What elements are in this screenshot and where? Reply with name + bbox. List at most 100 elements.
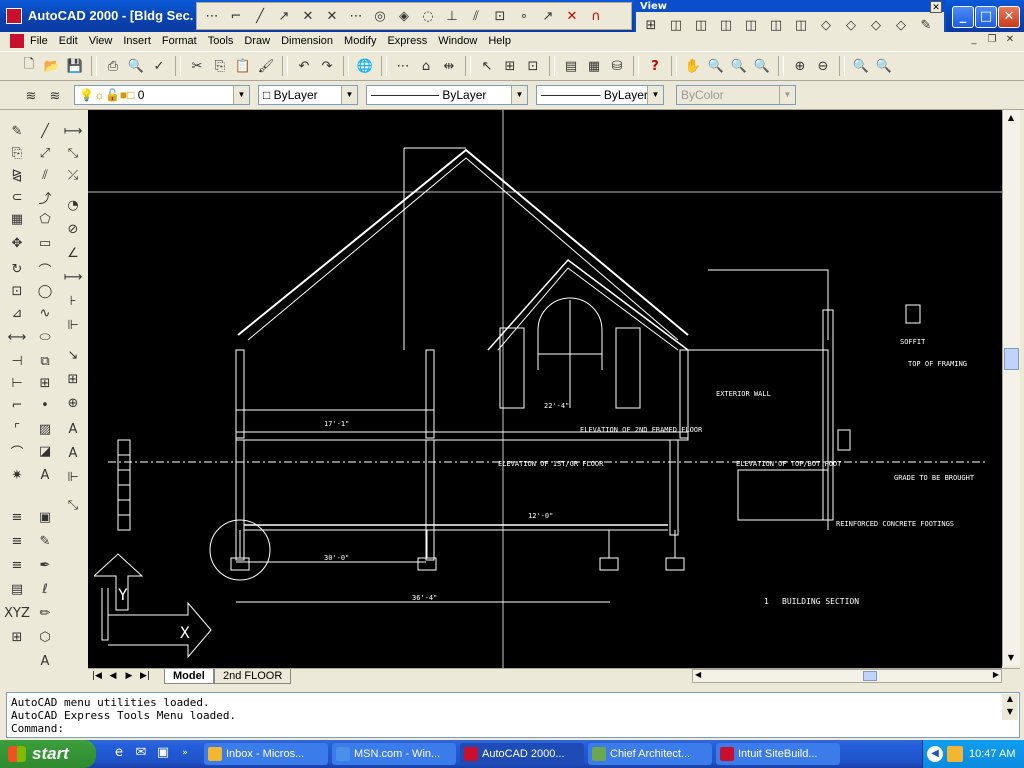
doc-minimize-icon[interactable]: _ xyxy=(966,34,982,48)
baseline-dimension-icon[interactable]: ⊦ xyxy=(62,290,84,312)
apparent-intersection-icon[interactable]: ✕ xyxy=(321,5,343,27)
dimension-edit-icon[interactable]: A xyxy=(62,418,84,440)
block-express-icon[interactable]: ⊞ xyxy=(6,626,28,648)
horizontal-scroll-thumb[interactable] xyxy=(863,671,877,681)
polyline-icon[interactable]: ⤴ xyxy=(34,186,56,208)
insert-block-icon[interactable]: ⧉ xyxy=(34,350,56,372)
task-chief-architect[interactable]: Chief Architect... xyxy=(588,743,712,765)
layers-icon[interactable]: ≋ xyxy=(20,85,42,107)
web-browser-icon[interactable]: 🌐 xyxy=(354,55,376,77)
stretch-icon[interactable]: ⊿ xyxy=(6,302,28,324)
region-icon[interactable]: ◪ xyxy=(34,440,56,462)
chamfer-icon[interactable]: ⌜ xyxy=(6,418,28,440)
layer-previous-icon[interactable]: ≡ xyxy=(6,530,28,552)
menu-draw[interactable]: Draw xyxy=(240,35,277,47)
copy-object-icon[interactable]: ⎘ xyxy=(6,142,28,164)
point-icon[interactable]: • xyxy=(34,394,56,416)
pick-icon[interactable]: ↖ xyxy=(476,55,498,77)
pencil-icon[interactable]: ✏ xyxy=(34,602,56,624)
shape-icon[interactable]: ⬡ xyxy=(34,626,56,648)
tolerance-icon[interactable]: ⊞ xyxy=(62,368,84,390)
paste-icon[interactable]: 📋 xyxy=(232,55,254,77)
last-tab-icon[interactable]: ▶| xyxy=(138,670,152,683)
doc-restore-icon[interactable]: ❐ xyxy=(984,34,1000,48)
layer-match-icon[interactable]: ≡ xyxy=(6,554,28,576)
close-button[interactable]: ✕ xyxy=(998,6,1020,28)
properties-icon[interactable]: ▤ xyxy=(560,55,582,77)
make-current-icon[interactable]: ≋ xyxy=(44,85,66,107)
menu-insert[interactable]: Insert xyxy=(119,35,158,47)
menu-file[interactable]: File xyxy=(26,35,55,47)
rectangle-corner-icon[interactable]: ⌐ xyxy=(225,5,247,27)
scroll-left-icon[interactable]: ◀ xyxy=(695,670,701,679)
new-file-icon[interactable]: 🗋 xyxy=(18,55,40,77)
intersection-snap-icon[interactable]: ✕ xyxy=(297,5,319,27)
polyline-icon[interactable]: ⋯ xyxy=(201,5,223,27)
multiline-icon[interactable]: ⫽ xyxy=(34,164,56,186)
extend-icon[interactable]: ⊢ xyxy=(6,372,28,394)
zoom-previous-icon[interactable]: 🔍 xyxy=(751,55,773,77)
tray-expand-icon[interactable]: ◀ xyxy=(927,746,943,762)
open-file-icon[interactable]: 📂 xyxy=(41,55,63,77)
menu-window[interactable]: Window xyxy=(434,35,484,47)
start-button[interactable]: start xyxy=(0,740,96,768)
lineweight-dropdown[interactable]: ─────── ByLayer ▼ xyxy=(536,85,664,105)
dimension-style-icon[interactable]: ⤡ xyxy=(62,494,84,516)
explode-icon[interactable]: ✷ xyxy=(6,464,28,486)
horizontal-scrollbar[interactable]: ◀ ▶ xyxy=(692,669,1002,683)
maximize-button[interactable]: □ xyxy=(975,6,997,28)
continue-dimension-icon[interactable]: ⊩ xyxy=(62,314,84,336)
erase-icon[interactable]: ✎ xyxy=(6,120,28,142)
zoom-extents-icon[interactable]: 🔍 xyxy=(873,55,895,77)
help-icon[interactable]: ? xyxy=(644,55,666,77)
ucs-icon[interactable]: ⌂ xyxy=(415,55,437,77)
database-icon[interactable]: ⛁ xyxy=(606,55,628,77)
text-express-icon[interactable]: ▤ xyxy=(6,578,28,600)
copy-icon[interactable]: ⎘ xyxy=(209,55,231,77)
zoom-realtime-icon[interactable]: 🔍 xyxy=(705,55,727,77)
extension-snap-icon[interactable]: ⋯ xyxy=(345,5,367,27)
command-scrollbar[interactable]: ▲ ▼ xyxy=(1002,694,1018,720)
angular-dimension-icon[interactable]: ∠ xyxy=(62,242,84,264)
task-intuit-sitebuilder[interactable]: Intuit SiteBuild... xyxy=(716,743,840,765)
osnap-flyout-icon[interactable]: ⋯ xyxy=(392,55,414,77)
spelling-icon[interactable]: ✓ xyxy=(148,55,170,77)
menu-tools[interactable]: Tools xyxy=(204,35,241,47)
spline-icon[interactable]: ∿ xyxy=(34,302,56,324)
perpendicular-snap-icon[interactable]: ⊥ xyxy=(441,5,463,27)
trim-icon[interactable]: ⊣ xyxy=(6,350,28,372)
aligned-dimension-icon[interactable]: ⤡ xyxy=(62,142,84,164)
rotate-icon[interactable]: ↻ xyxy=(6,258,28,280)
next-tab-icon[interactable]: ▶ xyxy=(122,670,136,683)
zoom-in-icon[interactable]: ⊕ xyxy=(789,55,811,77)
lengthen-icon[interactable]: ⟷ xyxy=(6,326,28,348)
internet-explorer-icon[interactable]: e xyxy=(110,744,128,762)
layer-icon[interactable]: ≡ xyxy=(6,506,28,528)
circle-icon[interactable]: ◯ xyxy=(34,280,56,302)
linear-dimension-icon[interactable]: ⟼ xyxy=(62,120,84,142)
design-center-icon[interactable]: ▦ xyxy=(583,55,605,77)
tangent-snap-icon[interactable]: ◌ xyxy=(417,5,439,27)
vertical-scrollbar[interactable]: ▲ ▼ xyxy=(1002,110,1020,666)
polygon-icon[interactable]: ⬠ xyxy=(34,208,56,230)
menu-dimension[interactable]: Dimension xyxy=(277,35,340,47)
menu-modify[interactable]: Modify xyxy=(340,35,383,47)
scroll-right-icon[interactable]: ▶ xyxy=(993,670,999,679)
command-prompt[interactable]: Command: xyxy=(11,722,1015,735)
task-inbox[interactable]: Inbox - Micros... xyxy=(204,743,328,765)
scroll-down-icon[interactable]: ▼ xyxy=(1003,650,1019,666)
zoom-all-icon[interactable]: 🔍 xyxy=(850,55,872,77)
offset-icon[interactable]: ⊂ xyxy=(6,186,28,208)
doc-close-icon[interactable]: ✕ xyxy=(1002,34,1018,48)
quadrant-snap-icon[interactable]: ◈ xyxy=(393,5,415,27)
image-icon[interactable]: ▣ xyxy=(34,506,56,528)
dimension-update-icon[interactable]: ⊩ xyxy=(62,466,84,488)
menu-view[interactable]: View xyxy=(85,35,120,47)
print-icon[interactable]: ⎙ xyxy=(102,55,124,77)
make-block-icon[interactable]: ⊞ xyxy=(34,372,56,394)
save-icon[interactable]: 💾 xyxy=(64,55,86,77)
nearest-snap-icon[interactable]: ↗ xyxy=(537,5,559,27)
named-views-icon[interactable]: ⊡ xyxy=(522,55,544,77)
arc-icon[interactable]: ⌒ xyxy=(34,258,56,280)
tab-2nd-floor[interactable]: 2nd FLOOR xyxy=(214,669,292,684)
